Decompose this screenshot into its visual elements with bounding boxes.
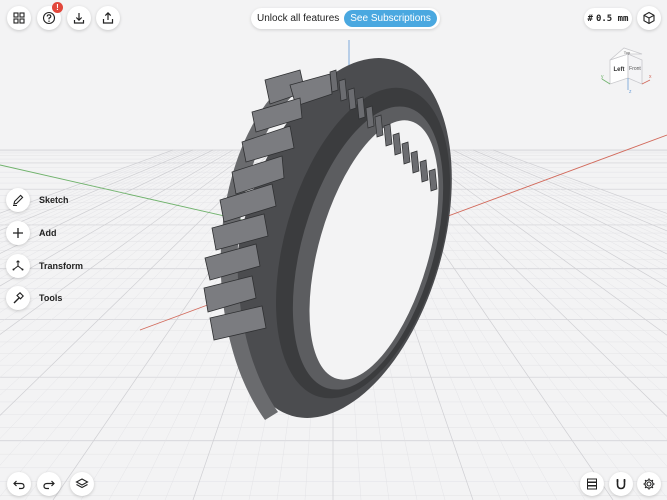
tools-button[interactable] bbox=[6, 286, 30, 310]
scene-canvas[interactable] bbox=[0, 0, 667, 500]
question-icon bbox=[42, 11, 56, 25]
transform-icon bbox=[12, 260, 24, 271]
add-button[interactable] bbox=[6, 221, 30, 245]
subscription-text: Unlock all features bbox=[257, 13, 340, 24]
stack-icon bbox=[587, 478, 597, 490]
transform-tool[interactable]: Transform bbox=[6, 254, 83, 278]
tools-label: Tools bbox=[39, 293, 63, 303]
materials-button[interactable] bbox=[580, 472, 604, 496]
axis-z-label: z bbox=[629, 89, 632, 94]
tools-tool[interactable]: Tools bbox=[6, 286, 62, 310]
view-cube-front-label[interactable]: Front bbox=[629, 66, 641, 72]
view-cube-left-label[interactable]: Left bbox=[614, 67, 625, 73]
redo-icon bbox=[43, 480, 55, 490]
sketch-tool[interactable]: Sketch bbox=[6, 188, 69, 212]
gear-icon bbox=[643, 478, 655, 490]
grid-size-indicator[interactable]: # 0.5 mm bbox=[584, 8, 632, 29]
layers-icon bbox=[75, 478, 89, 489]
grid-size-value: 0.5 mm bbox=[595, 13, 629, 24]
axis-y-label: y bbox=[601, 74, 604, 80]
3d-viewport[interactable]: Left Front Top y x z ! Unlock all featur… bbox=[0, 0, 667, 500]
add-label: Add bbox=[39, 228, 57, 238]
help-button[interactable]: ! bbox=[37, 2, 63, 30]
share-button[interactable] bbox=[96, 6, 120, 30]
settings-button[interactable] bbox=[637, 472, 661, 496]
axis-x-label: x bbox=[649, 74, 652, 80]
hash-icon: # bbox=[587, 13, 593, 24]
plus-icon bbox=[13, 228, 23, 238]
view-cube[interactable]: Left Front Top y x z bbox=[598, 44, 654, 94]
import-button[interactable] bbox=[67, 6, 91, 30]
notification-badge: ! bbox=[52, 2, 63, 13]
share-icon bbox=[102, 12, 114, 24]
cube-view-icon bbox=[643, 11, 655, 25]
projects-button[interactable] bbox=[7, 6, 31, 30]
see-subscriptions-button[interactable]: See Subscriptions bbox=[344, 10, 437, 27]
view-cube-top-label[interactable]: Top bbox=[624, 50, 631, 55]
transform-label: Transform bbox=[39, 261, 84, 271]
layers-button[interactable] bbox=[70, 472, 94, 496]
add-tool[interactable]: Add bbox=[6, 221, 57, 245]
undo-button[interactable] bbox=[7, 472, 31, 496]
snapping-button[interactable] bbox=[609, 472, 633, 496]
subscription-banner: Unlock all features See Subscriptions bbox=[251, 8, 440, 29]
transform-button[interactable] bbox=[6, 254, 30, 278]
redo-button[interactable] bbox=[37, 472, 61, 496]
magnet-icon bbox=[616, 479, 626, 490]
undo-icon bbox=[13, 480, 25, 490]
grid-icon bbox=[13, 12, 25, 24]
sketch-label: Sketch bbox=[39, 195, 69, 205]
pencil-icon bbox=[13, 194, 24, 206]
hammer-icon bbox=[13, 292, 24, 304]
view-settings-button[interactable] bbox=[637, 6, 661, 30]
download-icon bbox=[73, 13, 85, 24]
sketch-button[interactable] bbox=[6, 188, 30, 212]
